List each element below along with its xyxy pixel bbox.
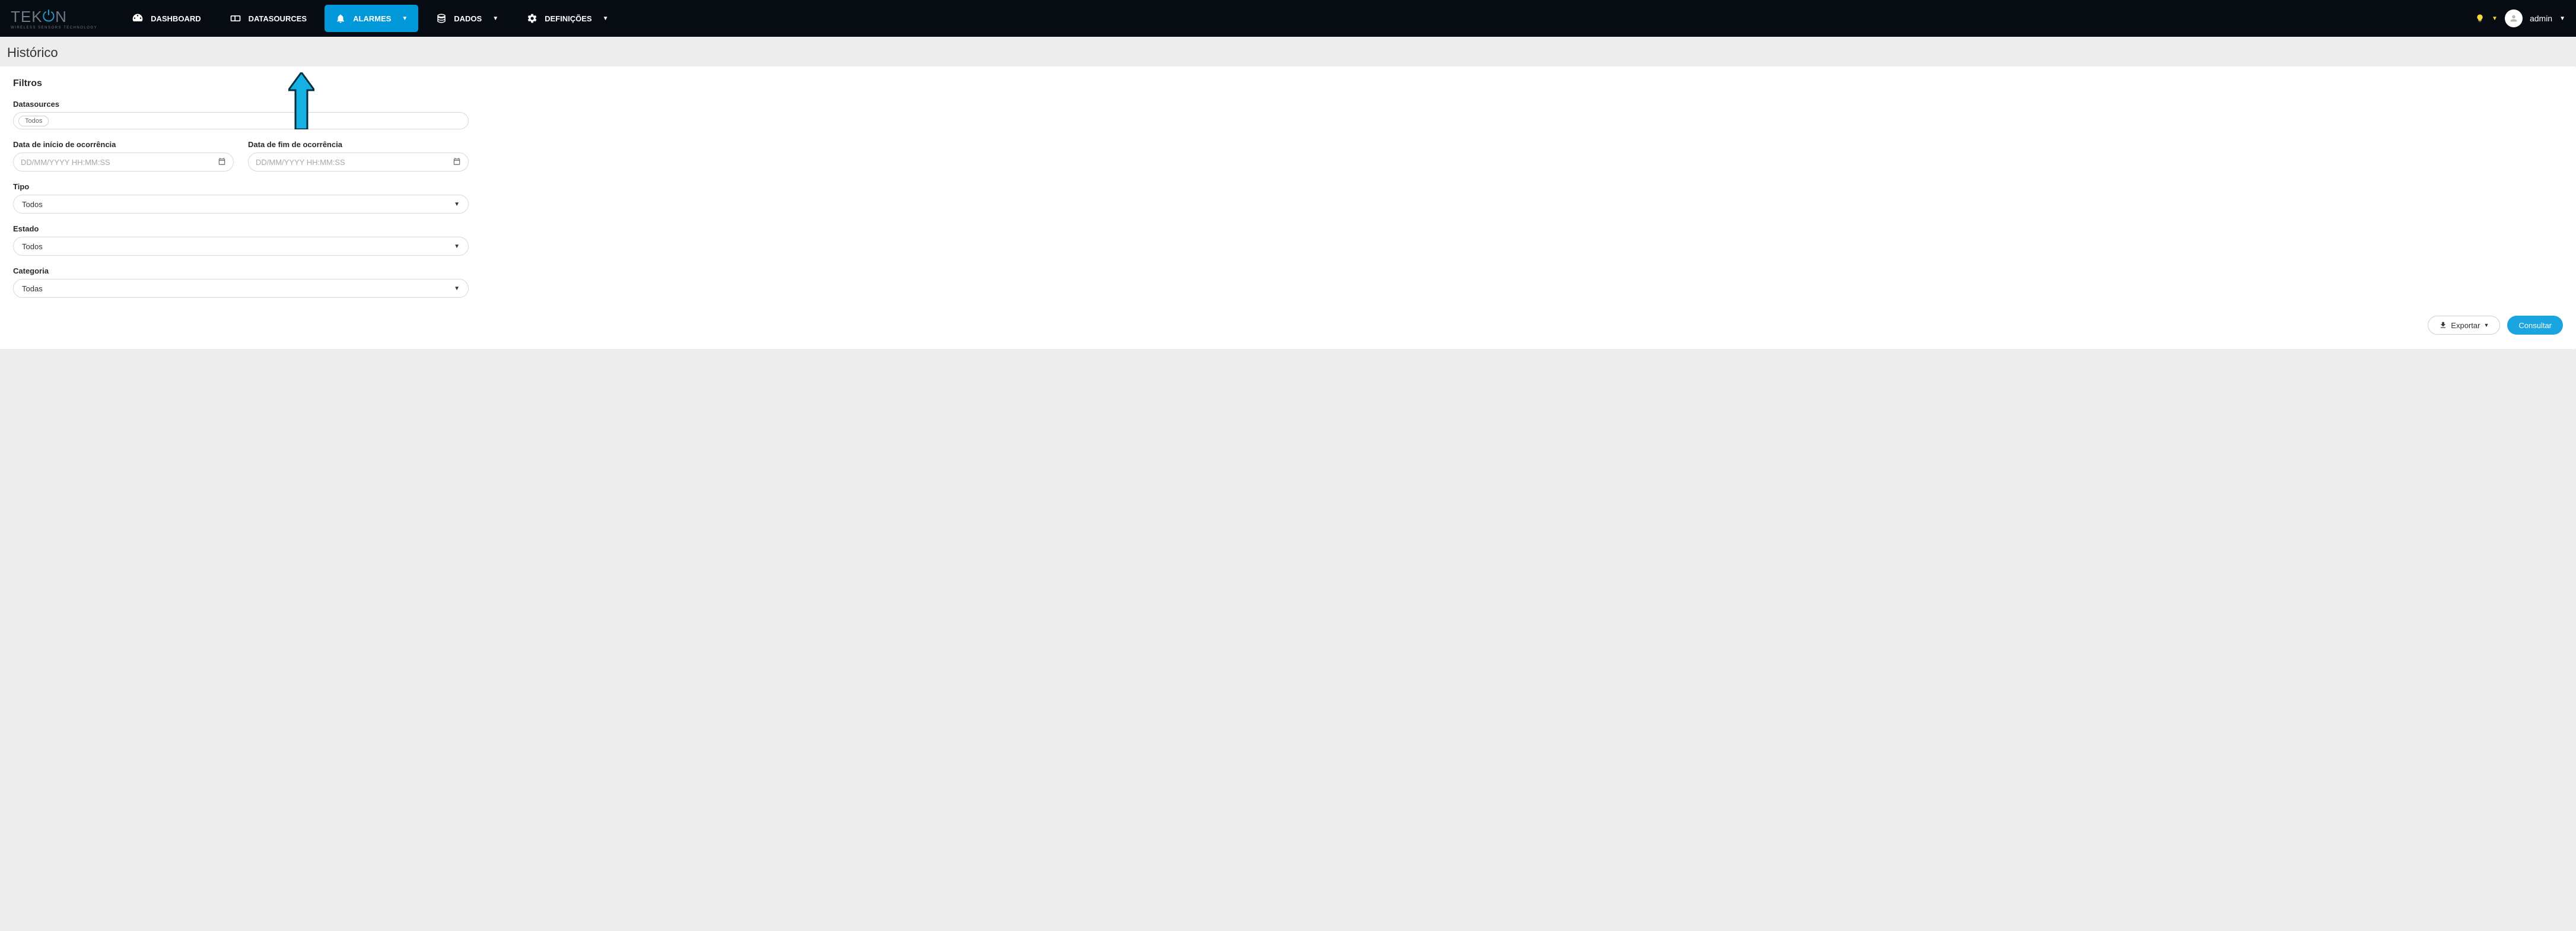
chevron-down-icon: ▼ (603, 15, 609, 22)
consultar-button[interactable]: Consultar (2507, 316, 2563, 335)
chevron-down-icon: ▼ (2492, 15, 2498, 22)
estado-select[interactable]: Todos ▼ (13, 237, 469, 256)
export-icon (2439, 321, 2447, 329)
datasources-tag[interactable]: Todos (18, 116, 49, 126)
nav-dados-label: DADOS (454, 14, 482, 23)
bell-icon (335, 13, 346, 24)
lightbulb-icon (2475, 14, 2485, 23)
nav-dashboard[interactable]: DASHBOARD (121, 5, 212, 32)
date-start-input[interactable] (21, 158, 218, 167)
export-label: Exportar (2451, 321, 2480, 330)
chevron-down-icon: ▼ (492, 15, 498, 22)
date-start-input-wrap[interactable] (13, 152, 234, 171)
categoria-label: Categoria (13, 266, 2563, 275)
tipo-value: Todos (22, 200, 43, 209)
brand-logo: TEK⏻N WIRELESS SENSORS TECHNOLOGY (11, 7, 97, 30)
top-navbar: TEK⏻N WIRELESS SENSORS TECHNOLOGY DASHBO… (0, 0, 2576, 37)
nav-definicoes[interactable]: DEFINIÇÕES ▼ (516, 5, 619, 32)
chevron-down-icon: ▼ (402, 15, 408, 22)
nav-datasources[interactable]: DATASOURCES (219, 5, 317, 32)
nav-dashboard-label: DASHBOARD (151, 14, 201, 23)
person-icon (2509, 14, 2518, 23)
estado-label: Estado (13, 224, 2563, 233)
nav-alarmes-label: ALARMES (353, 14, 391, 23)
date-start-label: Data de início de ocorrência (13, 140, 234, 149)
chevron-down-icon: ▼ (454, 243, 460, 250)
tipo-label: Tipo (13, 182, 2563, 191)
calendar-icon[interactable] (453, 157, 461, 167)
categoria-select[interactable]: Todas ▼ (13, 279, 469, 298)
filters-card: Filtros Datasources Todos Data de início… (0, 66, 2576, 349)
chevron-down-icon: ▼ (454, 201, 460, 208)
nav-definicoes-label: DEFINIÇÕES (545, 14, 591, 23)
datasources-label: Datasources (13, 100, 2563, 109)
nav-datasources-label: DATASOURCES (249, 14, 307, 23)
tips-bulb[interactable]: ▼ (2475, 14, 2498, 23)
user-avatar[interactable] (2505, 9, 2523, 27)
nav-alarmes[interactable]: ALARMES ▼ (325, 5, 418, 32)
consultar-label: Consultar (2518, 321, 2552, 330)
datasources-field[interactable]: Todos (13, 112, 469, 129)
chevron-down-icon: ▼ (2483, 322, 2489, 328)
nav-dados[interactable]: DADOS ▼ (425, 5, 509, 32)
date-end-input[interactable] (256, 158, 453, 167)
chevron-down-icon: ▼ (2559, 15, 2565, 22)
filters-heading: Filtros (13, 78, 2563, 89)
date-end-input-wrap[interactable] (248, 152, 469, 171)
user-name: admin (2530, 14, 2552, 23)
calendar-icon[interactable] (218, 157, 226, 167)
gear-icon (527, 13, 538, 24)
dashboard-icon (132, 12, 144, 24)
export-button[interactable]: Exportar ▼ (2428, 316, 2500, 335)
database-icon (436, 13, 447, 24)
tipo-select[interactable]: Todos ▼ (13, 195, 469, 214)
date-end-label: Data de fim de ocorrência (248, 140, 469, 149)
categoria-value: Todas (22, 284, 43, 293)
estado-value: Todos (22, 242, 43, 251)
datasources-icon (230, 12, 241, 24)
page-title: Histórico (0, 37, 2576, 66)
user-menu[interactable]: admin ▼ (2530, 14, 2565, 23)
chevron-down-icon: ▼ (454, 285, 460, 292)
